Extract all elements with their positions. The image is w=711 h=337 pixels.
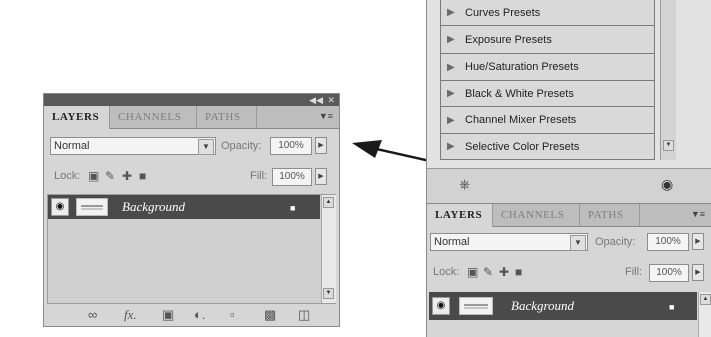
preset-item[interactable]: ▶ Curves Presets <box>440 0 655 26</box>
disclosure-triangle-icon[interactable]: ▶ <box>447 81 455 107</box>
layer-row-background[interactable]: ◉ Background ■ <box>48 195 320 219</box>
layers-panel-docked: LAYERS CHANNELS PATHS ▼≡ Normal ▼ Opacit… <box>426 203 711 337</box>
tab-paths[interactable]: PATHS <box>197 106 257 128</box>
layer-row-background[interactable]: ◉ Background ■ <box>429 292 697 320</box>
panel-tabs: LAYERS CHANNELS PATHS ▼≡ <box>427 204 711 227</box>
lock-move-icon[interactable]: ✚ <box>499 265 509 279</box>
presets-scrollbar[interactable]: ▼ <box>660 0 676 160</box>
scroll-up-icon[interactable]: ▲ <box>700 294 711 305</box>
opacity-label: Opacity: <box>595 236 636 248</box>
fill-label: Fill: <box>250 170 268 182</box>
lock-all-icon[interactable]: ■ <box>139 169 146 183</box>
tab-channels[interactable]: CHANNELS <box>110 106 197 128</box>
layer-thumbnail <box>459 297 493 315</box>
layers-panel-floating: ◀◀ ✕ LAYERS CHANNELS PATHS ▼≡ Normal ▼ O… <box>43 93 340 327</box>
panel-footer: ∞ fx. ▣ ◐. ▫ ▩ ◫ <box>44 306 339 326</box>
preset-item[interactable]: ▶ Selective Color Presets <box>440 134 655 160</box>
close-icon[interactable]: ✕ <box>327 94 335 106</box>
lock-label: Lock: <box>54 170 81 182</box>
scroll-up-icon[interactable]: ▲ <box>323 197 334 208</box>
layers-list: ◉ Background ■ ▲ ▼ <box>47 194 336 304</box>
chevron-down-icon[interactable]: ▼ <box>570 235 586 251</box>
opacity-slider-button[interactable]: ▶ <box>692 233 704 250</box>
opacity-slider-button[interactable]: ▶ <box>315 137 327 154</box>
fx-icon[interactable]: fx. <box>124 306 137 324</box>
eye-icon[interactable]: ◉ <box>432 297 450 315</box>
preset-item[interactable]: ▶ Black & White Presets <box>440 81 655 107</box>
panel-bottom-bar: ⎈ ◉ <box>427 168 711 203</box>
scroll-down-icon[interactable]: ▼ <box>663 140 674 151</box>
preset-item[interactable]: ▶ Channel Mixer Presets <box>440 107 655 134</box>
blend-mode-select[interactable]: Normal ▼ <box>50 137 216 155</box>
lock-all-icon[interactable]: ■ <box>515 265 522 279</box>
lock-transparent-icon[interactable]: ▣ <box>467 265 478 279</box>
lock-brush-icon[interactable]: ✎ <box>483 265 493 279</box>
scrollbar[interactable]: ▲ ▼ <box>321 195 336 303</box>
blend-mode-value: Normal <box>54 140 90 152</box>
lock-label: Lock: <box>433 266 460 278</box>
eye-icon[interactable]: ◉ <box>51 198 69 216</box>
fill-slider-button[interactable]: ▶ <box>692 264 704 281</box>
chevron-down-icon[interactable]: ▼ <box>198 139 214 155</box>
opacity-input[interactable]: 100% <box>647 233 689 251</box>
lock-transparent-icon[interactable]: ▣ <box>88 169 99 183</box>
opacity-label: Opacity: <box>221 140 262 152</box>
link-layers-icon[interactable]: ∞ <box>88 306 97 324</box>
adjustment-layer-icon[interactable]: ◐. <box>194 306 205 324</box>
arrow-head <box>352 140 382 158</box>
panel-menu-icon[interactable]: ▼≡ <box>319 111 333 121</box>
layer-name: Background <box>511 298 575 313</box>
fill-input[interactable]: 100% <box>649 264 689 282</box>
layer-thumbnail <box>76 198 108 216</box>
scroll-down-icon[interactable]: ▼ <box>323 288 334 299</box>
visibility-toggle-icon[interactable]: ◉ <box>661 176 673 193</box>
disclosure-triangle-icon[interactable]: ▶ <box>447 26 455 54</box>
disclosure-triangle-icon[interactable]: ▶ <box>447 134 455 160</box>
lock-icon: ■ <box>290 203 296 213</box>
fill-input[interactable]: 100% <box>272 168 312 186</box>
clip-layer-icon[interactable]: ⎈ <box>459 176 470 193</box>
lock-icon: ■ <box>669 302 675 312</box>
fill-slider-button[interactable]: ▶ <box>315 168 327 185</box>
layer-name: Background <box>122 199 186 214</box>
panel-tabs: LAYERS CHANNELS PATHS ▼≡ <box>44 106 339 129</box>
preset-item[interactable]: ▶ Exposure Presets <box>440 26 655 54</box>
collapse-icon[interactable]: ◀◀ <box>309 94 323 106</box>
layer-mask-icon[interactable]: ▣ <box>162 306 174 324</box>
tab-layers[interactable]: LAYERS <box>427 204 493 227</box>
disclosure-triangle-icon[interactable]: ▶ <box>447 107 455 134</box>
blend-mode-value: Normal <box>434 236 470 248</box>
delete-layer-icon[interactable]: ◫ <box>298 306 310 324</box>
tab-paths[interactable]: PATHS <box>580 204 640 226</box>
fill-label: Fill: <box>625 266 643 278</box>
opacity-input[interactable]: 100% <box>270 137 312 155</box>
lock-move-icon[interactable]: ✚ <box>122 169 132 183</box>
disclosure-triangle-icon[interactable]: ▶ <box>447 0 455 26</box>
new-layer-icon[interactable]: ▩ <box>264 306 276 324</box>
panel-titlebar[interactable]: ◀◀ ✕ <box>44 94 339 106</box>
blend-mode-select[interactable]: Normal ▼ <box>430 233 588 251</box>
group-folder-icon[interactable]: ▫ <box>230 306 235 324</box>
scrollbar[interactable]: ▲ <box>698 292 711 337</box>
disclosure-triangle-icon[interactable]: ▶ <box>447 54 455 81</box>
preset-item[interactable]: ▶ Hue/Saturation Presets <box>440 54 655 81</box>
lock-brush-icon[interactable]: ✎ <box>105 169 115 183</box>
tab-channels[interactable]: CHANNELS <box>493 204 580 226</box>
tab-layers[interactable]: LAYERS <box>44 106 110 129</box>
panel-menu-icon[interactable]: ▼≡ <box>691 209 705 219</box>
